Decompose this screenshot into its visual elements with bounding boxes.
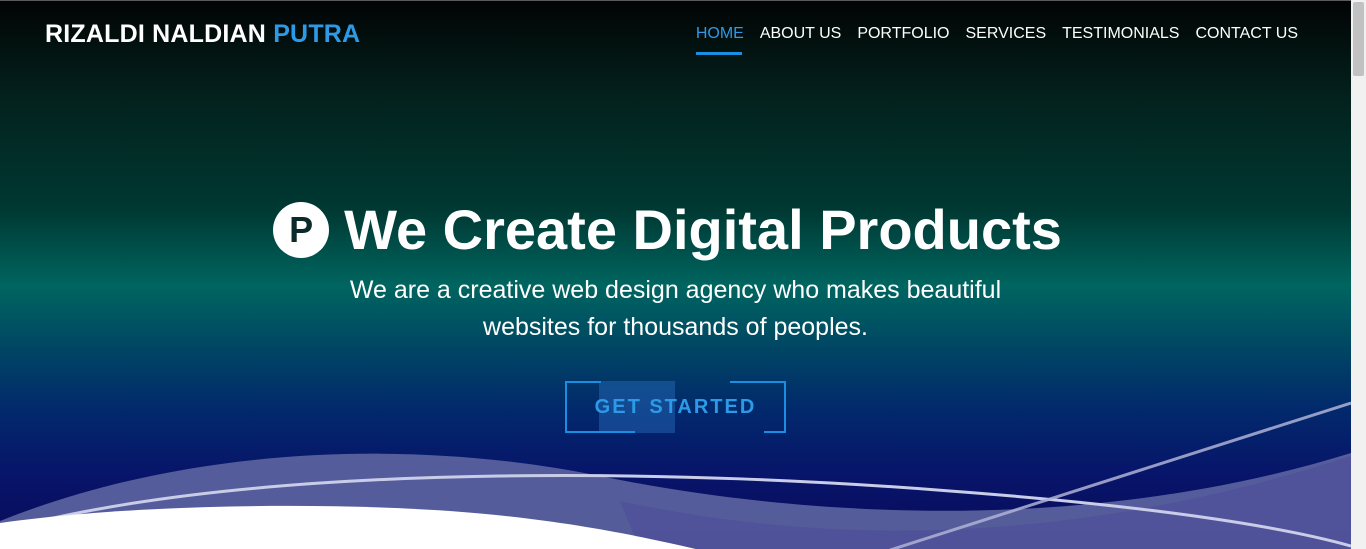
vertical-scrollbar[interactable] (1351, 0, 1366, 549)
hero-section: P We Create Digital Products We are a cr… (0, 1, 1351, 549)
hero-subtitle-line-2: websites for thousands of peoples. (483, 313, 868, 341)
hero-subtitle-line-1: We are a creative web design agency who … (349, 276, 1002, 304)
scrollbar-thumb[interactable] (1353, 2, 1364, 76)
hero-title: We Create Digital Products (344, 198, 1062, 261)
page: RIZALDI NALDIAN PUTRA HOME ABOUT US PORT… (0, 0, 1351, 549)
hero-title-row: P We Create Digital Products (0, 197, 1351, 262)
logo-p-icon: P (273, 201, 330, 258)
hero-subtitle: We are a creative web design agency who … (0, 272, 1351, 346)
get-started-label: GET STARTED (594, 395, 757, 418)
get-started-button[interactable]: GET STARTED (565, 381, 786, 433)
